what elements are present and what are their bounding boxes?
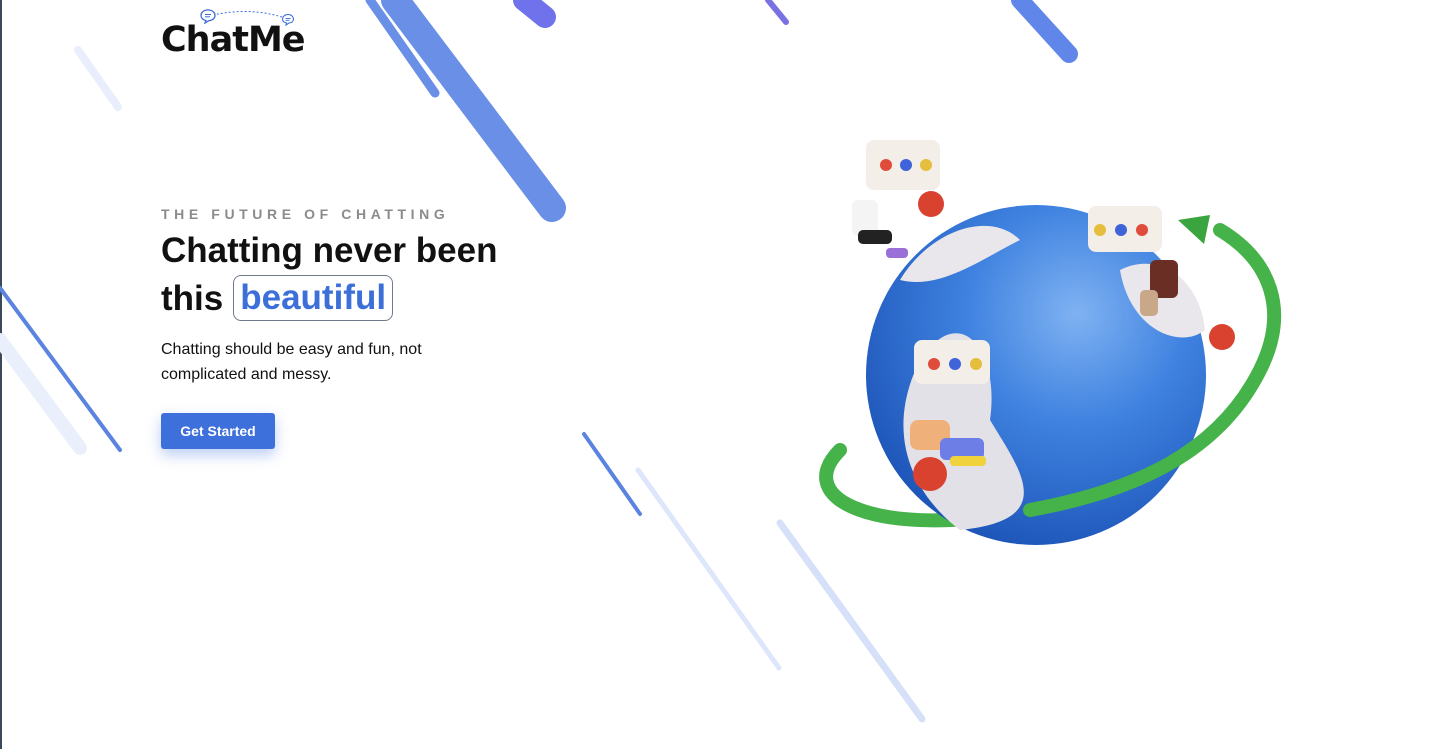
headline-highlight: beautiful xyxy=(233,275,394,321)
hero-headline: Chatting never been this beautiful xyxy=(161,228,581,321)
hero-subtitle: Chatting should be easy and fun, not com… xyxy=(161,341,422,383)
get-started-button[interactable]: Get Started xyxy=(161,413,275,449)
headline-line1: Chatting never been xyxy=(161,231,498,270)
headline-word: this xyxy=(161,278,224,318)
headline-line2: this beautiful xyxy=(161,275,581,321)
brand-logo[interactable]: ChatMe xyxy=(161,8,311,60)
hero-section: THE FUTURE OF CHATTING Chatting never be… xyxy=(161,206,581,449)
globe-illustration xyxy=(819,140,1281,545)
brand-name: ChatMe xyxy=(161,20,306,60)
hero-eyebrow: THE FUTURE OF CHATTING xyxy=(161,206,450,222)
